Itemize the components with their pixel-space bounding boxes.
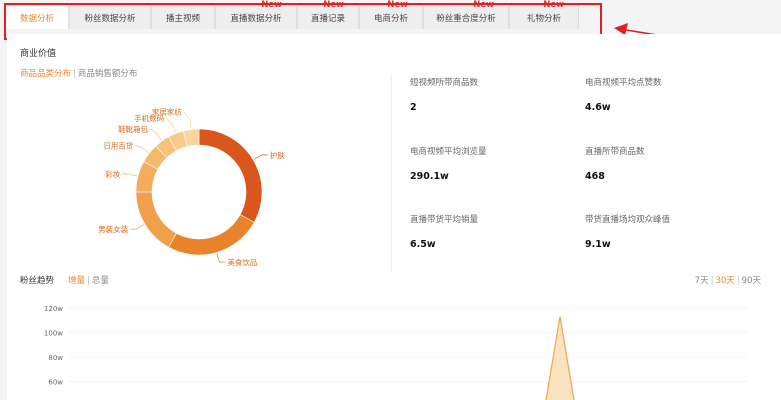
stat-value: 2	[410, 102, 417, 113]
category-donut-chart: 护肤 美食饮品 男装女装 彩妆 日用百货 鞋靴箱包 手机数码 家居家纺	[67, 86, 327, 296]
donut-label: 护肤	[270, 150, 285, 160]
subtab-category-distribution[interactable]: 商品品类分布	[20, 69, 71, 79]
donut-leader-line	[165, 117, 176, 133]
stat-avg-views: 电商视频平均浏览量 290.1w	[410, 145, 570, 182]
y-tick-label: 80w	[48, 354, 63, 362]
donut-leader-line	[122, 173, 138, 177]
stat-label: 直播所带商品数	[585, 147, 645, 157]
stat-short-video-products: 短视频所带商品数 2	[410, 76, 570, 113]
subtab-sales-distribution[interactable]: 商品销售额分布	[78, 69, 138, 79]
donut-slice	[168, 214, 255, 256]
range-7-days[interactable]: 7天	[695, 276, 709, 286]
stat-value: 290.1w	[410, 171, 449, 182]
donut-leader-line	[135, 144, 149, 154]
donut-slice	[135, 191, 177, 248]
fans-trend-chart: 120w 100w 80w 60w	[7, 296, 781, 400]
range-90-days[interactable]: 90天	[742, 276, 761, 286]
donut-leader-line	[253, 154, 268, 160]
trend-svg: 120w 100w 80w 60w	[44, 305, 747, 400]
range-separator: |	[710, 276, 714, 286]
stat-avg-live-sales: 直播带货平均销量 6.5w	[410, 213, 570, 250]
donut-slice	[198, 128, 263, 223]
donut-label: 彩妆	[105, 169, 120, 179]
stat-peak-viewers: 带货直播场均观众峰值 9.1w	[585, 213, 745, 250]
stat-value: 9.1w	[585, 239, 611, 250]
stat-label: 直播带货平均销量	[410, 215, 479, 225]
donut-label: 男装女装	[98, 224, 128, 234]
donut-label: 美食饮品	[227, 257, 257, 267]
donut-label: 鞋靴箱包	[118, 124, 148, 134]
range-selector: 7天 | 30天 | 90天	[695, 274, 761, 286]
donut-leader-line	[130, 224, 145, 230]
y-tick-label: 120w	[44, 305, 63, 313]
subtab-separator: |	[73, 69, 76, 79]
stat-value: 4.6w	[585, 102, 611, 113]
stat-label: 短视频所带商品数	[410, 78, 479, 88]
donut-label: 日用百货	[103, 140, 133, 150]
mode-total[interactable]: 总量	[92, 276, 109, 286]
donut-leader-line	[183, 111, 192, 129]
range-separator: |	[736, 276, 740, 286]
stat-label: 带货直播场均观众峰值	[585, 215, 671, 225]
vertical-divider	[391, 74, 392, 272]
donut-leader-line	[216, 253, 226, 263]
mode-separator: |	[87, 276, 90, 286]
donut-label: 家居家纺	[152, 107, 182, 117]
stat-label: 电商视频平均点赞数	[585, 78, 662, 88]
mode-increment[interactable]: 增量	[68, 276, 85, 286]
stat-value: 6.5w	[410, 239, 436, 250]
donut-svg: 护肤美食饮品男装女装彩妆日用百货鞋靴箱包手机数码家居家纺	[98, 107, 285, 268]
trend-area	[546, 316, 574, 400]
category-subtabs: 商品品类分布 | 商品销售额分布	[20, 67, 137, 79]
stat-avg-likes: 电商视频平均点赞数 4.6w	[585, 76, 745, 113]
y-tick-label: 100w	[44, 330, 63, 338]
fans-trend-mode-tabs: 增量 | 总量	[68, 274, 109, 286]
stat-live-products: 直播所带商品数 468	[585, 145, 745, 182]
stat-value: 468	[585, 171, 605, 182]
y-tick-label: 60w	[48, 379, 63, 387]
donut-leader-line	[149, 128, 162, 141]
stat-label: 电商视频平均浏览量	[410, 147, 487, 157]
fans-trend-title: 粉丝趋势	[20, 276, 55, 286]
main-panel: 商业价值 商品品类分布 | 商品销售额分布 护肤 美食饮品 男装女装 彩妆 日用百货 鞋靴箱包…	[7, 34, 781, 400]
commerce-value-title: 商业价值	[20, 49, 57, 59]
range-30-days[interactable]: 30天	[715, 276, 734, 286]
